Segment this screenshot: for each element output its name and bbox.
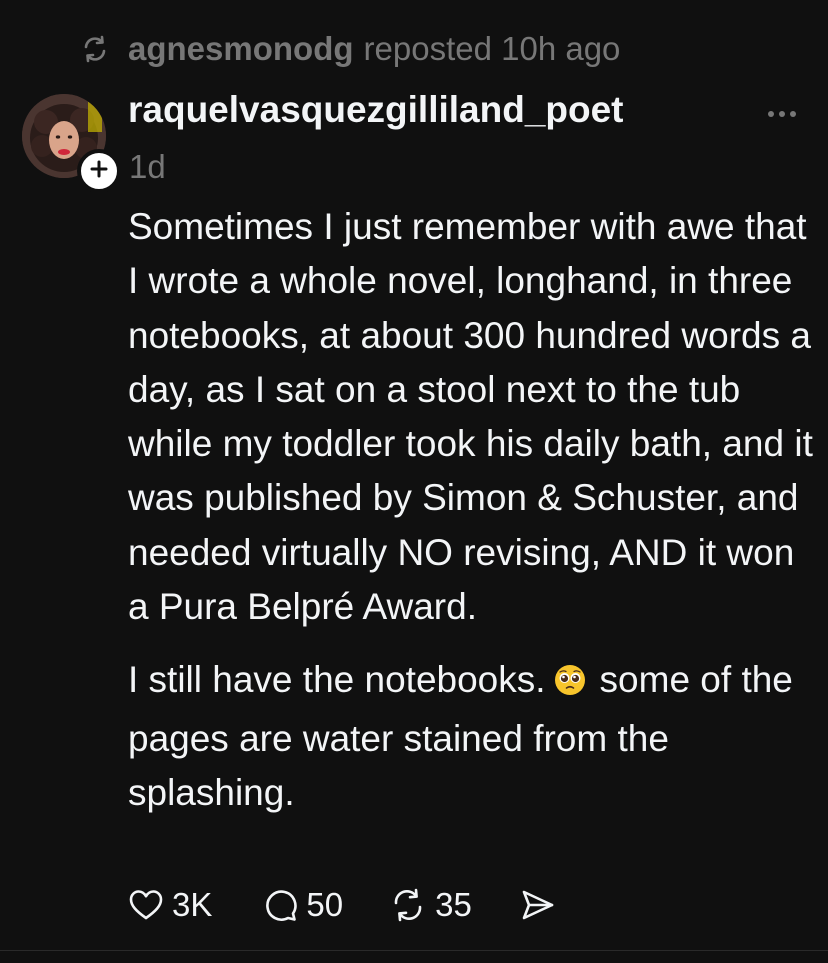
post-text-fragment: I still have the notebooks. — [128, 659, 546, 701]
post-divider — [0, 950, 828, 951]
repost-button[interactable]: 35 — [389, 886, 472, 924]
post-action-bar: 3K 50 35 — [128, 880, 556, 930]
more-options-button[interactable] — [762, 104, 802, 124]
repost-icon — [80, 34, 110, 64]
post-body: Sometimes I just remember with awe that … — [128, 200, 818, 820]
post-author-username[interactable]: raquelvasquezgilliland_poet — [128, 89, 624, 131]
reply-button[interactable]: 50 — [262, 886, 343, 924]
reply-count: 50 — [306, 886, 344, 923]
repost-timestamp: reposted 10h ago — [363, 30, 621, 67]
post-timestamp: 1d — [129, 148, 166, 185]
reposter-username[interactable]: agnesmonodg — [128, 30, 354, 68]
repost-header: agnesmonodg reposted 10h ago — [80, 26, 620, 72]
send-icon — [520, 887, 556, 923]
share-button[interactable] — [520, 887, 556, 923]
pleading-face-emoji — [554, 657, 586, 711]
repost-count: 35 — [435, 886, 472, 923]
follow-button[interactable] — [77, 149, 121, 193]
post-paragraph: I still have the notebooks. some of the … — [128, 653, 818, 820]
comment-icon — [262, 887, 298, 923]
more-options-icon — [767, 105, 797, 123]
repost-icon — [389, 887, 427, 923]
plus-icon — [88, 158, 110, 185]
post-paragraph: Sometimes I just remember with awe that … — [128, 206, 813, 628]
like-count: 3K — [172, 886, 213, 923]
heart-icon — [128, 888, 164, 922]
like-button[interactable]: 3K — [128, 886, 212, 924]
